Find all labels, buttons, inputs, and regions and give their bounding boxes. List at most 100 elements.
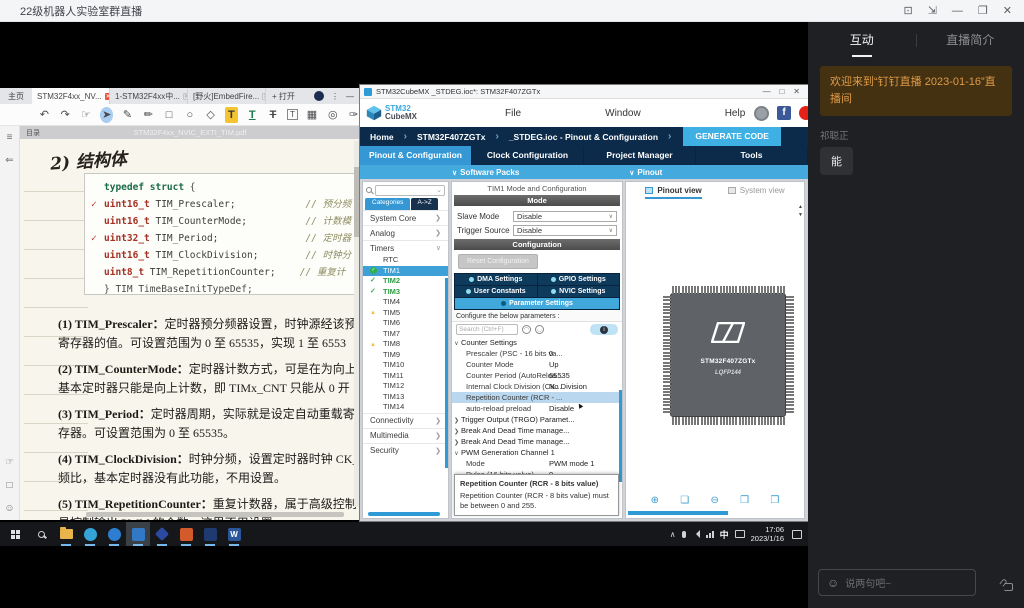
peripheral-tim9[interactable]: TIM9	[363, 350, 448, 361]
tab-system-view[interactable]: System view	[728, 182, 785, 199]
settings-tab-user-constants[interactable]: User Constants	[455, 286, 537, 297]
settings-tab-nvic-settings[interactable]: NVIC Settings	[538, 286, 620, 297]
pinout-vscroll-arrows[interactable]: ▲▼	[798, 204, 803, 218]
tab-pinout-configuration[interactable]: Pinout & Configuration	[360, 146, 472, 165]
hand-tool-icon[interactable]: ☞	[80, 107, 93, 123]
action-center-icon[interactable]	[792, 530, 802, 539]
hidden-icons-chevron[interactable]: ∧	[670, 530, 676, 539]
weblink-tool-icon[interactable]: ◎	[326, 107, 339, 123]
tab-categories[interactable]: Categories	[365, 198, 410, 210]
expand-all-icon[interactable]: ◡	[535, 325, 544, 334]
tab-clock-configuration[interactable]: Clock Configuration	[472, 146, 584, 165]
speaker-icon[interactable]	[692, 530, 700, 538]
settings-tab-dma-settings[interactable]: DMA Settings	[455, 274, 537, 285]
taskbar-browser[interactable]	[102, 522, 126, 546]
peripheral-tim2[interactable]: ✓TIM2	[363, 276, 448, 287]
param-row[interactable]: Prescaler (PSC - 16 bits va...0	[452, 348, 622, 359]
taskbar-keil-uvision[interactable]	[198, 522, 222, 546]
group-analog[interactable]: Analog❯	[363, 225, 448, 240]
tab-tools[interactable]: Tools	[696, 146, 808, 165]
peripheral-tim5[interactable]: ▲TIM5	[363, 308, 448, 319]
chat-tab-interaction[interactable]: 互动	[808, 31, 916, 49]
group-multimedia[interactable]: Multimedia❯	[363, 428, 448, 443]
breadcrumb-0[interactable]: Home	[370, 132, 394, 142]
subbar-software-packs[interactable]: ∨Software Packs	[452, 168, 519, 177]
mcu-chip[interactable]: STM32F407ZGTx LQFP144	[662, 284, 794, 426]
breadcrumb-1[interactable]: STM32F407ZGTx	[417, 132, 486, 142]
maximize-icon[interactable]: □	[779, 87, 784, 96]
tab-project-manager[interactable]: Project Manager	[584, 146, 696, 165]
highlight-text-icon[interactable]: T	[225, 107, 238, 123]
peripheral-tim8[interactable]: ▲TIM8	[363, 339, 448, 350]
facebook-icon[interactable]: f	[777, 106, 791, 120]
minimize-icon[interactable]: —	[952, 0, 963, 22]
textbox-tool-icon[interactable]: T	[287, 109, 297, 120]
rect-tool-icon[interactable]: □	[163, 107, 176, 123]
peripheral-list-hscrollbar[interactable]	[368, 512, 440, 516]
chat-input[interactable]: ☺ 说两句吧~	[818, 569, 976, 596]
strikethrough-text-icon[interactable]: T	[267, 107, 280, 123]
subbar-pinout[interactable]: ∨Pinout	[629, 168, 662, 177]
collapse-all-icon[interactable]: ◠	[522, 325, 531, 334]
taskbar-word[interactable]: W	[222, 522, 246, 546]
peripheral-list-scrollbar[interactable]	[445, 278, 448, 468]
peripheral-tim11[interactable]: TIM11	[363, 371, 448, 382]
slave-mode-select[interactable]: Disable∨	[513, 211, 617, 222]
peripheral-tim10[interactable]: TIM10	[363, 360, 448, 371]
tab-pinout-view[interactable]: Pinout view	[645, 182, 701, 199]
taskbar-powerpoint[interactable]	[174, 522, 198, 546]
param-group[interactable]: ❯Break And Dead Time manage...	[452, 425, 622, 436]
pdf-tab-2[interactable]: [野火]EmbedFire...✕	[188, 88, 266, 104]
pdf-open-tab-button[interactable]: + 打开	[266, 91, 301, 102]
param-row[interactable]: Internal Clock Division (CK...No Divisio…	[452, 381, 622, 392]
youtube-icon[interactable]	[799, 106, 808, 120]
parameter-search-input[interactable]: Search (Ctrl+F)	[456, 324, 518, 335]
help-toggle[interactable]: i	[590, 324, 618, 335]
taskbar-edge-browser[interactable]	[78, 522, 102, 546]
pencil-tool-icon[interactable]: ✎	[121, 107, 134, 123]
st-community-icon[interactable]	[754, 106, 769, 121]
peripheral-tim14[interactable]: TIM14	[363, 402, 448, 413]
peripheral-tim6[interactable]: TIM6	[363, 318, 448, 329]
image-tool-icon[interactable]: ▦	[306, 107, 319, 123]
peripheral-tim7[interactable]: TIM7	[363, 329, 448, 340]
breadcrumb-2[interactable]: _STDEG.ioc - Pinout & Configuration	[509, 132, 658, 142]
zoom-in-icon[interactable]: ⊕	[651, 495, 659, 506]
peripheral-tim1[interactable]: ✓TIM1	[363, 266, 448, 277]
param-group[interactable]: ∨Counter Settings	[452, 337, 622, 348]
more-menu-icon[interactable]: ⋮	[331, 92, 339, 101]
tab-a-to-z[interactable]: A->Z	[411, 198, 437, 210]
param-row[interactable]: auto-reload preloadDisable	[452, 403, 622, 414]
menu-file[interactable]: File	[505, 108, 521, 119]
network-icon[interactable]	[706, 531, 714, 538]
frame-mode-icon[interactable]: □	[6, 480, 12, 491]
minimize-icon[interactable]: —	[346, 92, 354, 101]
param-row[interactable]: ModePWM mode 1	[452, 458, 622, 469]
param-group[interactable]: ❯Trigger Output (TRGO) Paramet...	[452, 414, 622, 425]
zoom-out-icon[interactable]: ⊖	[710, 495, 718, 506]
feedback-icon[interactable]: ☺	[4, 503, 14, 514]
signature-tool-icon[interactable]: ✑	[347, 107, 360, 123]
taskbar-search-button[interactable]	[28, 522, 54, 546]
peripheral-rtc[interactable]: RTC	[363, 255, 448, 266]
settings-tab-parameter-settings[interactable]: Parameter Settings	[455, 298, 619, 309]
pdf-horizontal-scrollbar[interactable]	[86, 512, 344, 517]
reset-configuration-button[interactable]: Reset Configuration	[458, 254, 538, 269]
chat-tab-intro[interactable]: 直播简介	[917, 31, 1024, 49]
polygon-tool-icon[interactable]: ◇	[204, 107, 217, 123]
peripheral-tim12[interactable]: TIM12	[363, 381, 448, 392]
start-button[interactable]	[2, 522, 28, 546]
menu-help[interactable]: Help	[725, 108, 746, 119]
peripheral-search-input[interactable]: ⌄	[375, 185, 445, 196]
pdf-home-tab[interactable]: 主页	[0, 91, 32, 102]
taskbar-clock[interactable]: 17:06 2023/1/16	[751, 525, 784, 544]
reading-mode-icon[interactable]	[314, 91, 324, 101]
close-icon[interactable]: ✕	[1003, 0, 1012, 22]
taskbar-dingtalk[interactable]	[150, 522, 174, 546]
group-timers[interactable]: Timers∨	[363, 240, 448, 255]
thumbnail-panel-icon[interactable]: ≡	[7, 132, 13, 143]
generate-code-button[interactable]: GENERATE CODE	[683, 127, 781, 146]
param-row[interactable]: Counter ModeUp	[452, 359, 622, 370]
ime-indicator[interactable]: 中	[720, 528, 729, 541]
redo-icon[interactable]: ↷	[59, 107, 72, 123]
